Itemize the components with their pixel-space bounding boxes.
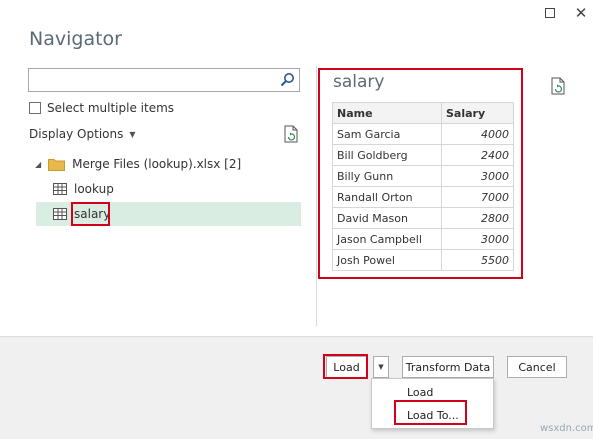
refresh-icon[interactable] (550, 77, 566, 95)
close-button[interactable]: ✕ (572, 4, 590, 22)
chevron-down-icon: ▼ (129, 129, 136, 139)
column-header-salary[interactable]: Salary (441, 102, 514, 124)
table-row: Billy Gunn 3000 (332, 165, 514, 187)
table-row: Sam Garcia 4000 (332, 123, 514, 145)
refresh-icon[interactable] (283, 125, 299, 143)
select-multiple-items[interactable]: Select multiple items (29, 101, 174, 115)
search-input[interactable] (32, 70, 272, 90)
cell-name: Jason Campbell (332, 228, 442, 250)
cell-salary: 7000 (441, 186, 514, 208)
search-box[interactable] (28, 68, 300, 92)
table-row: Randall Orton 7000 (332, 186, 514, 208)
search-icon[interactable] (279, 72, 295, 88)
table-row: Bill Goldberg 2400 (332, 144, 514, 166)
highlight-box-salary (71, 202, 110, 226)
load-dropdown-button[interactable]: ▼ (373, 356, 389, 378)
cell-name: Josh Powel (332, 249, 442, 271)
highlight-box-load-to (394, 400, 467, 425)
transform-data-button[interactable]: Transform Data (402, 356, 494, 378)
close-icon: ✕ (574, 4, 588, 22)
table-icon (53, 208, 67, 220)
cell-salary: 5500 (441, 249, 514, 271)
display-options-dropdown[interactable]: Display Options ▼ (29, 127, 136, 141)
watermark: wsxdn.com (540, 423, 593, 434)
tree-item-workbook[interactable]: ◢ Merge Files (lookup).xlsx [2] (35, 153, 241, 175)
cell-salary: 4000 (441, 123, 514, 145)
table-row: Josh Powel 5500 (332, 249, 514, 271)
tree-item-label: Merge Files (lookup).xlsx [2] (72, 157, 242, 171)
cancel-button[interactable]: Cancel (507, 356, 567, 378)
table-row: Jason Campbell 3000 (332, 228, 514, 250)
tree-item-lookup[interactable]: lookup (53, 178, 114, 200)
tree-item-label: lookup (74, 182, 114, 196)
table-header-row: Name Salary (332, 102, 514, 124)
column-header-name[interactable]: Name (332, 102, 442, 124)
table-icon (53, 183, 67, 195)
folder-icon (48, 158, 66, 171)
highlight-box-load (323, 354, 368, 379)
cell-salary: 3000 (441, 165, 514, 187)
cell-name: Bill Goldberg (332, 144, 442, 166)
chevron-down-icon: ▼ (378, 363, 384, 371)
cell-salary: 2400 (441, 144, 514, 166)
dialog-footer (0, 336, 593, 439)
maximize-icon (545, 8, 555, 18)
cell-name: Billy Gunn (332, 165, 442, 187)
table-row: David Mason 2800 (332, 207, 514, 229)
cell-salary: 2800 (441, 207, 514, 229)
maximize-button[interactable] (541, 4, 559, 22)
display-options-label: Display Options (29, 127, 124, 141)
cell-name: Sam Garcia (332, 123, 442, 145)
cell-name: David Mason (332, 207, 442, 229)
preview-table: Name Salary Sam Garcia 4000 Bill Goldberg… (332, 102, 514, 271)
pane-splitter[interactable] (316, 66, 317, 326)
cell-salary: 3000 (441, 228, 514, 250)
select-multiple-label: Select multiple items (47, 101, 175, 115)
expand-arrow-icon[interactable]: ◢ (35, 160, 41, 169)
cell-name: Randall Orton (332, 186, 442, 208)
preview-title: salary (333, 72, 385, 92)
select-multiple-checkbox[interactable] (29, 102, 41, 114)
dialog-title: Navigator (29, 28, 122, 50)
